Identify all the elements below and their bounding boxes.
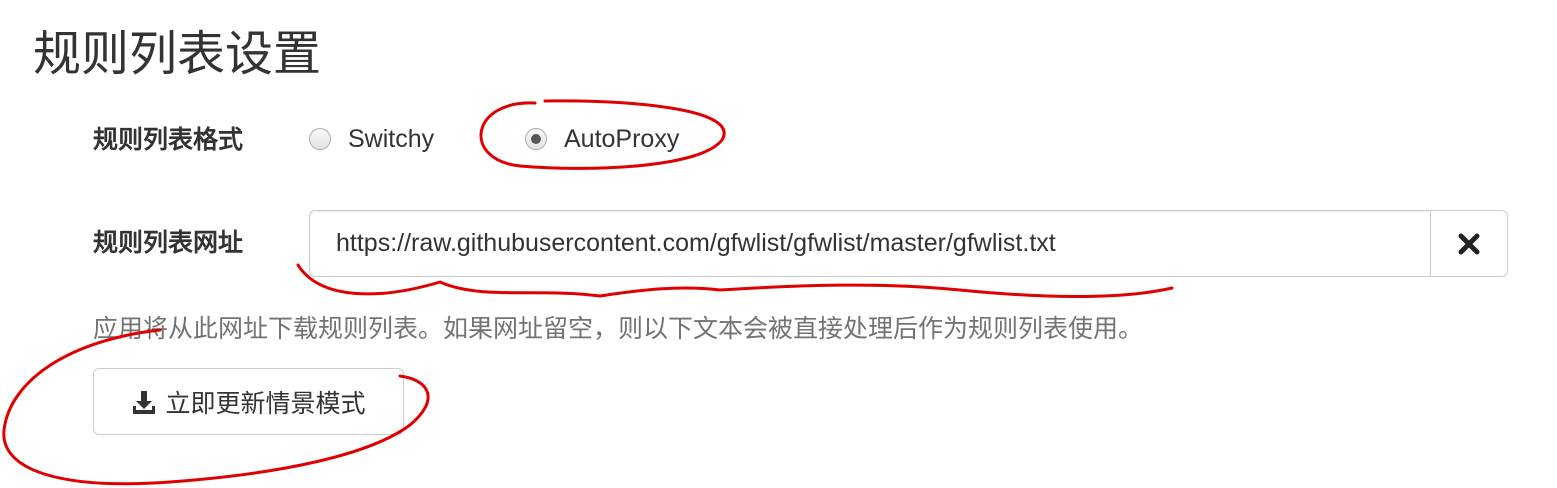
radio-autoproxy-circle[interactable] [525,128,547,150]
radio-switchy[interactable]: Switchy [309,123,434,155]
radio-switchy-label[interactable]: Switchy [348,123,434,155]
times-icon [1458,233,1480,254]
radio-selected-dot [531,134,541,144]
rule-format-label: 规则列表格式 [93,125,244,154]
help-text: 应用将从此网址下载规则列表。如果网址留空，则以下文本会被直接处理后作为规则列表使… [93,314,1144,343]
radio-switchy-circle[interactable] [309,128,331,150]
section-title: 规则列表设置 [33,26,322,82]
clear-url-button[interactable] [1430,210,1508,277]
radio-autoproxy-label[interactable]: AutoProxy [564,123,679,155]
rule-list-settings-panel: 规则列表设置 规则列表格式 Switchy AutoProxy 规则列表网址 应… [0,0,1557,488]
update-profiles-label[interactable]: 立即更新情景模式 [165,384,365,420]
rule-url-input[interactable] [309,210,1430,277]
update-profiles-button[interactable]: 立即更新情景模式 [93,368,404,435]
download-icon [131,389,157,415]
rule-url-label: 规则列表网址 [93,228,244,257]
rule-url-input-group [309,210,1508,277]
radio-autoproxy[interactable]: AutoProxy [525,123,679,155]
